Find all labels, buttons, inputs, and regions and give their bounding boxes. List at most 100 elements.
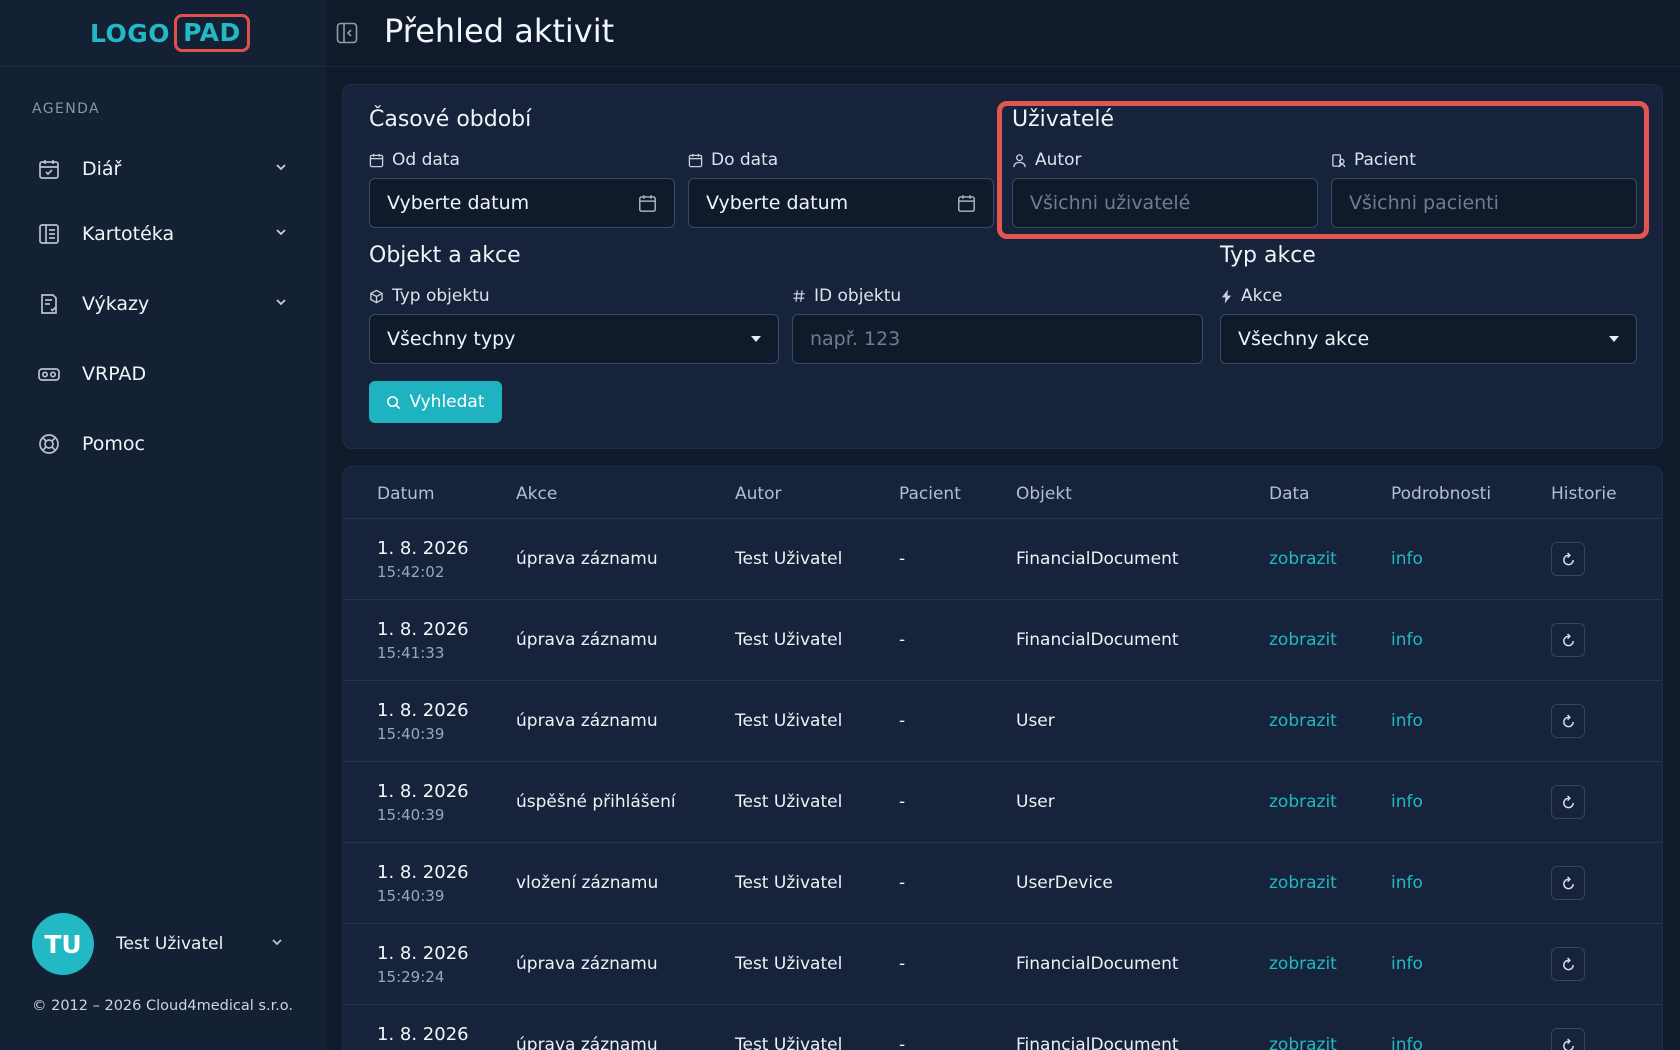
cell-date: 1. 8. 2026 bbox=[377, 619, 469, 640]
author-input[interactable]: Všichni uživatelé bbox=[1012, 178, 1318, 228]
data-link[interactable]: zobrazit bbox=[1269, 873, 1337, 893]
cell-time: 15:42:02 bbox=[377, 563, 445, 581]
sidebar: LOGO PAD AGENDA Diář Kartotéka Výkazy VR… bbox=[0, 0, 326, 1050]
hash-icon bbox=[793, 290, 805, 302]
sidebar-item-label: Kartotéka bbox=[82, 223, 175, 245]
details-link[interactable]: info bbox=[1391, 873, 1423, 893]
column-header-object[interactable]: Objekt bbox=[1016, 484, 1072, 504]
cell-author: Test Uživatel bbox=[735, 792, 843, 812]
from-date-field[interactable]: Vyberte datum bbox=[369, 178, 675, 228]
column-header-date[interactable]: Datum bbox=[377, 484, 435, 504]
object-id-input[interactable]: např. 123 bbox=[792, 314, 1203, 364]
chevron-down-icon bbox=[274, 295, 292, 313]
details-link[interactable]: info bbox=[1391, 549, 1423, 569]
patient-input[interactable]: Všichni pacienti bbox=[1331, 178, 1637, 228]
section-label-agenda: AGENDA bbox=[32, 101, 101, 117]
sidebar-item-diar[interactable]: Diář bbox=[36, 147, 292, 191]
chevron-down-icon bbox=[274, 160, 292, 178]
author-placeholder: Všichni uživatelé bbox=[1030, 192, 1191, 214]
cell-action: úprava záznamu bbox=[516, 630, 658, 650]
column-header-data[interactable]: Data bbox=[1269, 484, 1310, 504]
copyright: © 2012 – 2026 Cloud4medical s.r.o. bbox=[32, 998, 294, 1014]
object-id-label-text: ID objektu bbox=[814, 286, 902, 306]
avatar: TU bbox=[32, 913, 94, 975]
column-header-action[interactable]: Akce bbox=[516, 484, 557, 504]
cell-time: 15:41:33 bbox=[377, 644, 445, 662]
details-link[interactable]: info bbox=[1391, 711, 1423, 731]
details-link[interactable]: info bbox=[1391, 630, 1423, 650]
sidebar-item-pomoc[interactable]: Pomoc bbox=[36, 422, 292, 466]
sidebar-item-vrpad[interactable]: VRPAD bbox=[36, 352, 292, 396]
column-header-author[interactable]: Autor bbox=[735, 484, 781, 504]
details-link[interactable]: info bbox=[1391, 792, 1423, 812]
column-header-history[interactable]: Historie bbox=[1551, 484, 1617, 504]
table-row: 1. 8. 2026 15:40:39 úspěšné přihlášení Test… bbox=[343, 762, 1662, 843]
object-type-value: Všechny typy bbox=[387, 328, 516, 350]
group-title-action-type: Typ akce bbox=[1220, 243, 1316, 268]
table-row: 1. 8. 2026 15:41:33 úprava záznamu Test Uži… bbox=[343, 600, 1662, 681]
column-header-details[interactable]: Podrobnosti bbox=[1391, 484, 1491, 504]
data-link[interactable]: zobrazit bbox=[1269, 792, 1337, 812]
action-label-text: Akce bbox=[1241, 286, 1283, 306]
cell-object: FinancialDocument bbox=[1016, 549, 1179, 569]
cell-time: 15:40:39 bbox=[377, 887, 445, 905]
patient-icon bbox=[1332, 153, 1346, 167]
cell-patient: - bbox=[899, 792, 906, 812]
history-button[interactable] bbox=[1551, 623, 1585, 657]
to-date-label: Do data bbox=[688, 150, 778, 170]
history-button[interactable] bbox=[1551, 1028, 1585, 1050]
sidebar-item-vykazy[interactable]: Výkazy bbox=[36, 282, 292, 326]
cell-date: 1. 8. 2026 bbox=[377, 1024, 469, 1045]
cell-patient: - bbox=[899, 873, 906, 893]
details-link[interactable]: info bbox=[1391, 1035, 1423, 1050]
cell-action: úspěšné přihlášení bbox=[516, 792, 676, 812]
lightning-icon bbox=[1221, 289, 1232, 303]
user-menu[interactable]: TU Test Uživatel bbox=[32, 912, 288, 976]
data-link[interactable]: zobrazit bbox=[1269, 954, 1337, 974]
history-button[interactable] bbox=[1551, 542, 1585, 576]
cell-date: 1. 8. 2026 bbox=[377, 700, 469, 721]
to-date-label-text: Do data bbox=[711, 150, 779, 170]
cell-object: FinancialDocument bbox=[1016, 630, 1179, 650]
page-title: Přehled aktivit bbox=[384, 12, 615, 50]
caret-down-icon bbox=[751, 336, 761, 342]
object-type-select[interactable]: Všechny typy bbox=[369, 314, 779, 364]
sidebar-item-kartoteka[interactable]: Kartotéka bbox=[36, 212, 292, 256]
history-button[interactable] bbox=[1551, 866, 1585, 900]
cell-patient: - bbox=[899, 630, 906, 650]
history-button[interactable] bbox=[1551, 785, 1585, 819]
caret-down-icon bbox=[1609, 336, 1619, 342]
sidebar-collapse-icon[interactable] bbox=[336, 22, 358, 44]
group-title-object: Objekt a akce bbox=[369, 243, 521, 268]
logo-area: LOGO PAD bbox=[0, 0, 326, 67]
cell-action: úprava záznamu bbox=[516, 1035, 658, 1050]
data-link[interactable]: zobrazit bbox=[1269, 549, 1337, 569]
column-header-patient[interactable]: Pacient bbox=[899, 484, 961, 504]
activity-table: Datum Akce Autor Pacient Objekt Data Pod… bbox=[342, 466, 1663, 1050]
history-button[interactable] bbox=[1551, 947, 1585, 981]
to-date-field[interactable]: Vyberte datum bbox=[688, 178, 994, 228]
cell-time: 15:40:39 bbox=[377, 806, 445, 824]
cell-patient: - bbox=[899, 711, 906, 731]
cell-date: 1. 8. 2026 bbox=[377, 862, 469, 883]
logo[interactable]: LOGO PAD bbox=[90, 14, 250, 52]
object-type-label-text: Typ objektu bbox=[392, 286, 490, 306]
data-link[interactable]: zobrazit bbox=[1269, 1035, 1337, 1050]
history-button[interactable] bbox=[1551, 704, 1585, 738]
user-icon bbox=[1013, 153, 1026, 167]
search-button-label: Vyhledat bbox=[409, 392, 485, 412]
action-value: Všechny akce bbox=[1238, 328, 1370, 350]
data-link[interactable]: zobrazit bbox=[1269, 630, 1337, 650]
details-link[interactable]: info bbox=[1391, 954, 1423, 974]
logo-part-1: LOGO bbox=[90, 18, 171, 48]
data-link[interactable]: zobrazit bbox=[1269, 711, 1337, 731]
refresh-icon bbox=[1562, 551, 1574, 565]
refresh-icon bbox=[1562, 875, 1574, 889]
sidebar-item-label: Diář bbox=[82, 158, 122, 180]
action-select[interactable]: Všechny akce bbox=[1220, 314, 1637, 364]
group-title-users: Uživatelé bbox=[1012, 107, 1115, 132]
search-button[interactable]: Vyhledat bbox=[369, 381, 502, 423]
sidebar-item-label: Pomoc bbox=[82, 433, 145, 455]
from-date-value: Vyberte datum bbox=[387, 192, 530, 214]
search-icon bbox=[387, 395, 401, 409]
